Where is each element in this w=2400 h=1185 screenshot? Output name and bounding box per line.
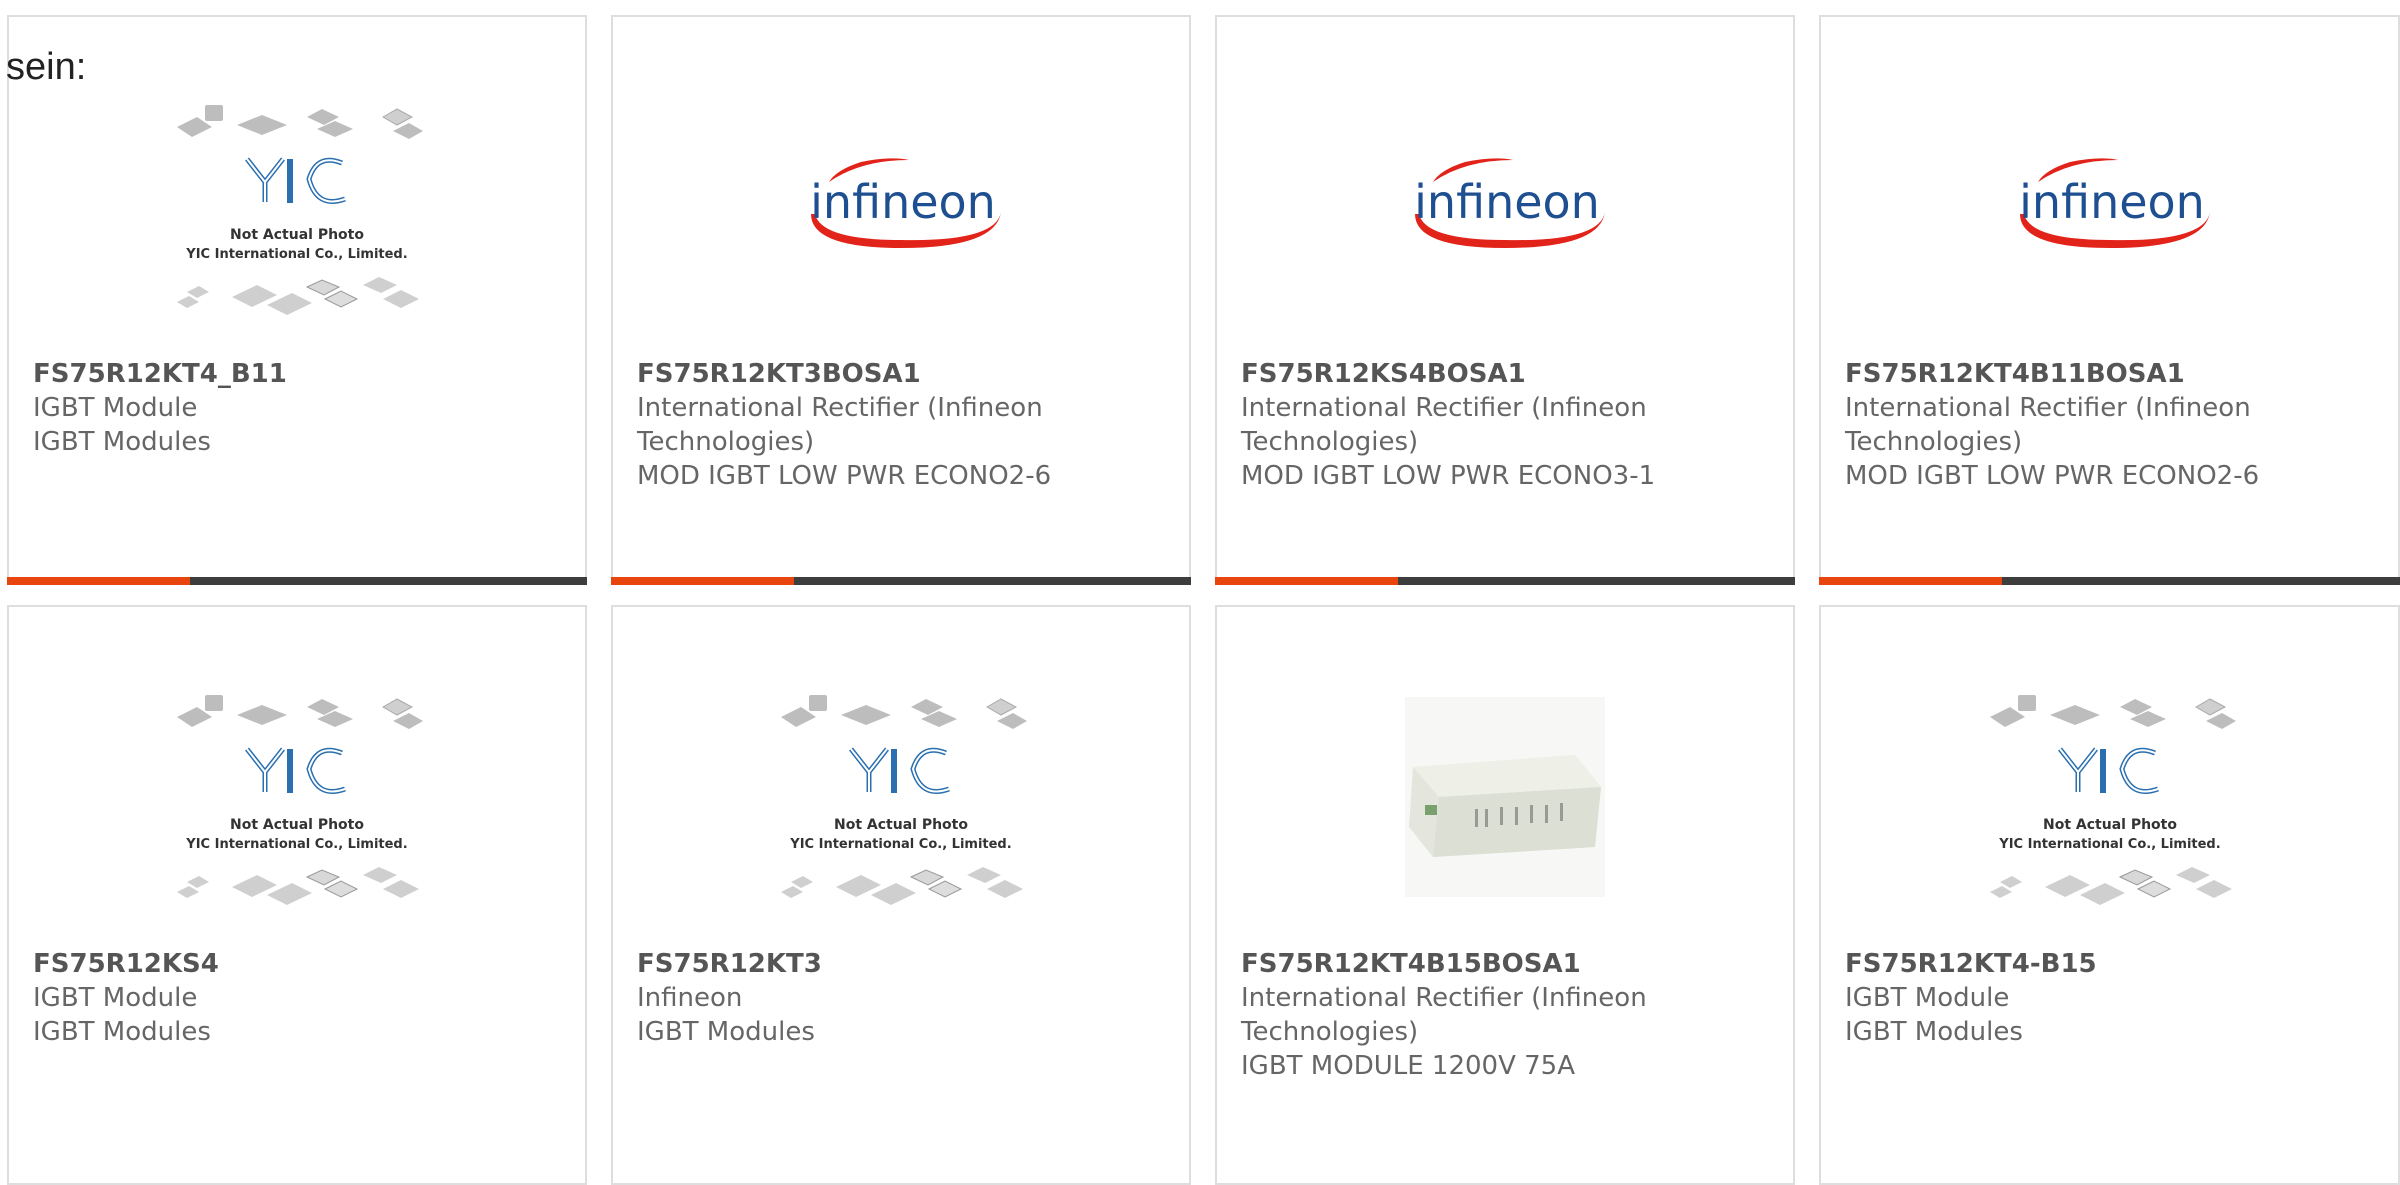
infineon-wordmark: infineon (810, 175, 996, 229)
card-line: Technologies) (637, 427, 815, 457)
card-line: IGBT Module (33, 393, 198, 423)
infineon-logo: infineon (613, 57, 1189, 357)
card-line: Technologies) (1241, 1017, 1419, 1047)
placeholder-line1: Not Actual Photo (230, 817, 364, 833)
part-number[interactable]: FS75R12KT4B15BOSA1 (1241, 947, 1773, 981)
card-line: MOD IGBT LOW PWR ECONO2-6 (1845, 461, 2260, 491)
product-card[interactable]: Not Actual Photo YIC International Co., … (611, 605, 1191, 1185)
placeholder-image: Not Actual Photo YIC International Co., … (177, 695, 423, 905)
placeholder-image: Not Actual Photo YIC International Co., … (177, 105, 423, 315)
placeholder-line1: Not Actual Photo (230, 227, 364, 243)
placeholder-line1: Not Actual Photo (834, 817, 968, 833)
card-line: International Rectifier (Infineon (1241, 983, 1647, 1013)
product-image-placeholder: Not Actual Photo YIC International Co., … (1821, 647, 2398, 947)
card-line: IGBT Module (33, 983, 198, 1013)
part-number[interactable]: FS75R12KT4B11BOSA1 (1845, 357, 2378, 391)
card-line: International Rectifier (Infineon (637, 393, 1043, 423)
card-bottom-bar (7, 577, 587, 585)
product-image-placeholder: Not Actual Photo YIC International Co., … (613, 647, 1189, 947)
infineon-wordmark: infineon (2019, 175, 2205, 229)
card-line: Infineon (637, 983, 743, 1013)
infineon-wordmark: infineon (1414, 175, 1600, 229)
card-line: International Rectifier (Infineon (1845, 393, 2251, 423)
card-bottom-bar (1215, 577, 1795, 585)
card-line: IGBT Module (1845, 983, 2010, 1013)
part-number[interactable]: FS75R12KT3BOSA1 (637, 357, 1169, 391)
placeholder-image: Not Actual Photo YIC International Co., … (781, 695, 1027, 905)
product-card[interactable]: FS75R12KT4B15BOSA1 International Rectifi… (1215, 605, 1795, 1185)
infineon-logo: infineon (1821, 57, 2398, 357)
intro-text: sein: (6, 46, 87, 88)
part-number[interactable]: FS75R12KT4-B15 (1845, 947, 2378, 981)
placeholder-line1: Not Actual Photo (2043, 817, 2177, 833)
module-photo (1217, 647, 1793, 947)
product-card[interactable]: infineon FS75R12KT3BOSA1 International R… (611, 15, 1191, 585)
product-card[interactable]: Not Actual Photo YIC International Co., … (7, 15, 587, 585)
product-card[interactable]: infineon FS75R12KT4B11BOSA1 Internationa… (1819, 15, 2400, 585)
product-card[interactable]: Not Actual Photo YIC International Co., … (7, 605, 587, 1185)
card-line: IGBT Modules (1845, 1017, 2023, 1047)
part-number[interactable]: FS75R12KT3 (637, 947, 1169, 981)
product-image-placeholder: Not Actual Photo YIC International Co., … (9, 647, 585, 947)
product-card[interactable]: Not Actual Photo YIC International Co., … (1819, 605, 2400, 1185)
card-line: MOD IGBT LOW PWR ECONO2-6 (637, 461, 1052, 491)
part-number[interactable]: FS75R12KT4_B11 (33, 357, 565, 391)
card-line: IGBT MODULE 1200V 75A (1241, 1051, 1576, 1081)
placeholder-line2: YIC International Co., Limited. (185, 837, 407, 852)
card-bottom-bar (1819, 577, 2400, 585)
card-line: IGBT Modules (637, 1017, 815, 1047)
card-line: International Rectifier (Infineon (1241, 393, 1647, 423)
placeholder-image: Not Actual Photo YIC International Co., … (1989, 695, 2236, 905)
card-line: Technologies) (1845, 427, 2023, 457)
part-number[interactable]: FS75R12KS4BOSA1 (1241, 357, 1773, 391)
product-image-placeholder: Not Actual Photo YIC International Co., … (9, 57, 585, 357)
card-bottom-bar (611, 577, 1191, 585)
card-line: Technologies) (1241, 427, 1419, 457)
placeholder-line2: YIC International Co., Limited. (1998, 837, 2220, 852)
card-line: IGBT Modules (33, 1017, 211, 1047)
card-line: IGBT Modules (33, 427, 211, 457)
placeholder-line2: YIC International Co., Limited. (789, 837, 1011, 852)
card-line: MOD IGBT LOW PWR ECONO3-1 (1241, 461, 1656, 491)
placeholder-line2: YIC International Co., Limited. (185, 247, 407, 262)
product-card[interactable]: infineon FS75R12KS4BOSA1 International R… (1215, 15, 1795, 585)
infineon-logo: infineon (1217, 57, 1793, 357)
part-number[interactable]: FS75R12KS4 (33, 947, 565, 981)
